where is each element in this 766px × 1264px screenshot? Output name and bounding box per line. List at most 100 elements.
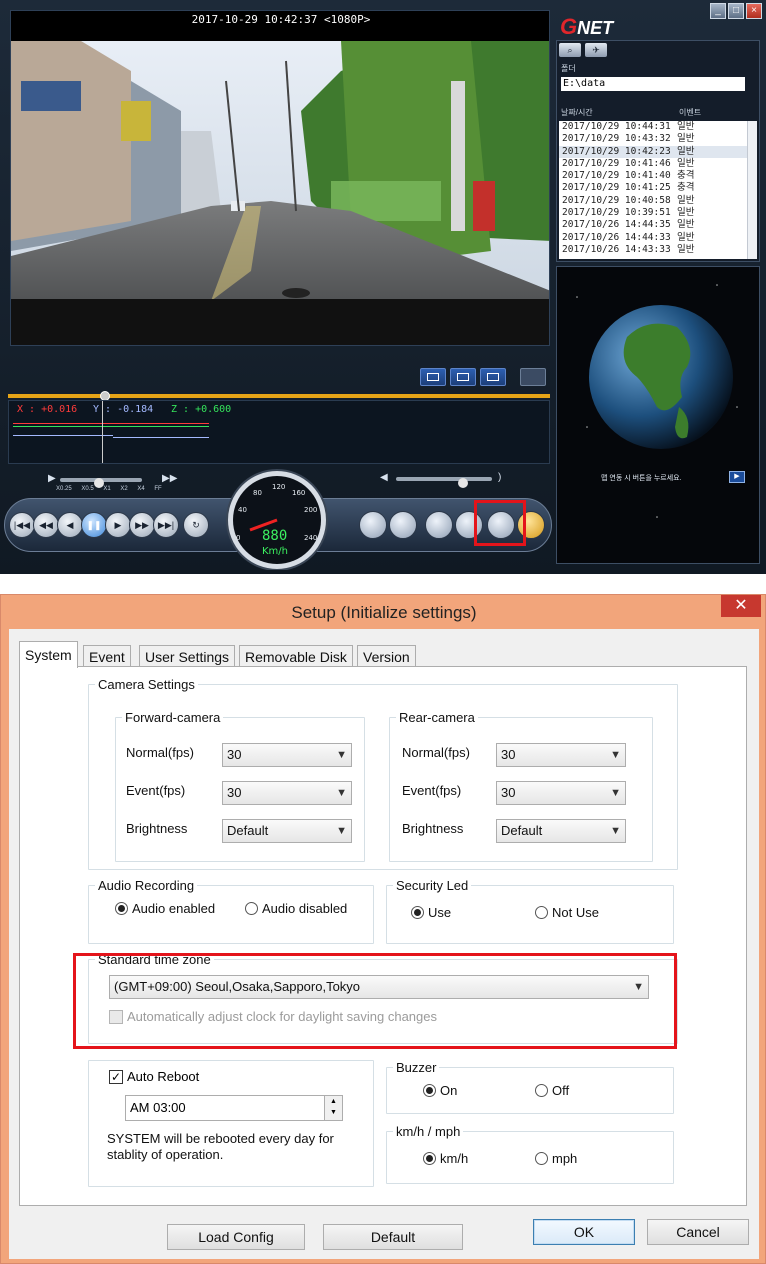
forward-event-label: Event(fps) xyxy=(126,783,186,798)
close-button[interactable]: × xyxy=(746,3,762,19)
forward-normal-value: 30 xyxy=(227,747,242,762)
file-list-row[interactable]: 2017/10/29 10:39:51 일반 xyxy=(559,207,747,219)
led-not-use-label: Not Use xyxy=(552,905,599,920)
datetime-column-header[interactable]: 날짜/시간 xyxy=(561,107,593,118)
tab-event[interactable]: Event xyxy=(83,645,131,667)
map-panel: 맵 연동 시 버튼을 누르세요. ▶ xyxy=(556,266,760,564)
file-list-scrollbar[interactable] xyxy=(747,121,757,259)
file-datetime: 2017/10/29 10:42:23 xyxy=(562,145,671,157)
video-view[interactable]: 2017-10-29 10:42:37 <1080P> xyxy=(10,10,550,346)
timezone-highlight xyxy=(73,953,677,1049)
file-list-row[interactable]: 2017/10/26 14:44:33 일반 xyxy=(559,232,747,244)
logo-net: NET xyxy=(577,18,614,38)
kmh-radio[interactable]: km/h xyxy=(423,1151,468,1166)
zoom-icon[interactable]: ⌕ xyxy=(559,43,581,57)
map-link-button[interactable]: ▶ xyxy=(729,471,745,483)
file-list-row[interactable]: 2017/10/29 10:40:58 일반 xyxy=(559,195,747,207)
file-list-row[interactable]: 2017/10/29 10:42:23 일반 xyxy=(559,145,747,158)
file-list[interactable]: 2017/10/29 10:44:31 일반 2017/10/29 10:43:32… xyxy=(559,121,747,259)
dialog-client: System Event User Settings Removable Dis… xyxy=(9,629,759,1259)
load-config-button[interactable]: Load Config xyxy=(167,1224,305,1250)
tab-version[interactable]: Version xyxy=(357,645,416,667)
mph-radio[interactable]: mph xyxy=(535,1151,577,1166)
forward-brightness-select[interactable]: Default ▼ xyxy=(222,819,352,843)
last-file-icon[interactable]: ▶▶| xyxy=(153,512,179,538)
cancel-button[interactable]: Cancel xyxy=(647,1219,749,1245)
video-timestamp: 2017-10-29 10:42:37 <1080P> xyxy=(11,11,549,41)
led-use-radio[interactable]: Use xyxy=(411,905,451,920)
rewind-icon[interactable]: ◀ xyxy=(57,512,83,538)
first-file-icon[interactable]: |◀◀ xyxy=(9,512,35,538)
reboot-time-value: AM 03:00 xyxy=(130,1100,186,1115)
gps-icon[interactable]: ✈ xyxy=(585,43,607,57)
single-view-button[interactable] xyxy=(420,368,446,386)
forward-normal-fps-select[interactable]: 30 ▼ xyxy=(222,743,352,767)
spinner-arrows[interactable]: ▲ ▼ xyxy=(324,1096,342,1120)
folder-path-input[interactable]: E:\data xyxy=(561,77,745,91)
map-message: 맵 연동 시 버튼을 누르세요. xyxy=(601,475,682,482)
pip-view-button[interactable] xyxy=(480,368,506,386)
maximize-button[interactable]: □ xyxy=(728,3,744,19)
ok-button[interactable]: OK xyxy=(533,1219,635,1245)
logo-g: G xyxy=(560,14,578,39)
dialog-close-button[interactable]: ✕ xyxy=(721,595,761,617)
film-icon[interactable] xyxy=(359,511,387,539)
tab-system[interactable]: System xyxy=(19,641,78,668)
volume-knob[interactable] xyxy=(458,478,468,488)
print-icon[interactable] xyxy=(425,511,453,539)
file-list-row[interactable]: 2017/10/26 14:43:33 일반 xyxy=(559,244,747,256)
forward-event-fps-select[interactable]: 30 ▼ xyxy=(222,781,352,805)
file-datetime: 2017/10/29 10:43:32 xyxy=(562,133,671,145)
volume-track[interactable] xyxy=(396,477,492,488)
auto-reboot-checkbox[interactable]: ✓ Auto Reboot xyxy=(109,1069,199,1084)
chevron-down-icon: ▼ xyxy=(610,787,621,799)
minimize-button[interactable]: _ xyxy=(710,3,726,19)
checkmark-icon: ✓ xyxy=(109,1069,123,1084)
file-list-row[interactable]: 2017/10/29 10:41:46 일반 xyxy=(559,158,747,170)
blackbox-player-window: 2017-10-29 10:42:37 <1080P> X: +0.016 Y… xyxy=(0,0,766,574)
reboot-time-spinner[interactable]: AM 03:00 ▲ ▼ xyxy=(125,1095,343,1121)
chevron-down-icon: ▼ xyxy=(610,749,621,761)
rear-normal-fps-select[interactable]: 30 ▼ xyxy=(496,743,626,767)
prev-file-icon[interactable]: ◀◀ xyxy=(33,512,59,538)
led-not-use-radio[interactable]: Not Use xyxy=(535,905,599,920)
play-icon[interactable]: ▶ xyxy=(105,512,131,538)
audio-disabled-radio[interactable]: Audio disabled xyxy=(245,901,347,916)
tab-user-settings[interactable]: User Settings xyxy=(139,645,236,667)
pause-icon[interactable]: ❚❚ xyxy=(81,512,107,538)
tab-removable-disk[interactable]: Removable Disk xyxy=(239,645,353,667)
file-datetime: 2017/10/29 10:41:40 xyxy=(562,170,671,182)
rear-brightness-select[interactable]: Default ▼ xyxy=(496,819,626,843)
default-button[interactable]: Default xyxy=(323,1224,463,1250)
rear-brightness-label: Brightness xyxy=(402,821,464,836)
file-list-row[interactable]: 2017/10/29 10:43:32 일반 xyxy=(559,133,747,145)
file-datetime: 2017/10/26 14:44:35 xyxy=(562,219,671,231)
rear-event-label: Event(fps) xyxy=(402,783,462,798)
file-event-type: 일반 xyxy=(677,133,695,145)
speed-track[interactable] xyxy=(60,478,142,488)
split-view-button[interactable] xyxy=(450,368,476,386)
next-file-icon[interactable]: ▶▶ xyxy=(129,512,155,538)
playback-timeline[interactable] xyxy=(8,394,550,398)
file-list-row[interactable]: 2017/10/26 14:44:35 일반 xyxy=(559,219,747,231)
buzzer-group: Buzzer On Off xyxy=(386,1060,674,1114)
audio-enabled-radio[interactable]: Audio enabled xyxy=(115,901,215,916)
file-event-type: 일반 xyxy=(677,194,695,206)
file-list-panel: ⌕ ✈ 폴더 E:\data 날짜/시간 이벤트 2017/10/29 10:4… xyxy=(556,40,760,262)
eject-icon[interactable] xyxy=(389,511,417,539)
file-list-row[interactable]: 2017/10/29 10:41:40 충격 xyxy=(559,170,747,182)
radio-dot-on xyxy=(423,1152,436,1165)
playback-speed-slider[interactable]: ▶ ▶▶ X0.25 X0.5 X1 X2 X4 FF xyxy=(44,473,177,494)
repeat-icon[interactable]: ↻ xyxy=(183,512,209,538)
volume-slider[interactable]: ◀ ) xyxy=(380,472,510,488)
buzzer-on-label: On xyxy=(440,1083,458,1098)
file-list-row[interactable]: 2017/10/29 10:44:31 일반 xyxy=(559,121,747,133)
buzzer-off-radio[interactable]: Off xyxy=(535,1083,569,1098)
file-list-row[interactable]: 2017/10/29 10:41:25 충격 xyxy=(559,182,747,194)
g-sensor-graph: X : +0.016 Y : -0.184 Z : +0.600 xyxy=(8,400,550,464)
wide-view-button[interactable] xyxy=(520,368,546,386)
event-column-header[interactable]: 이벤트 xyxy=(679,107,701,118)
rear-event-fps-select[interactable]: 30 ▼ xyxy=(496,781,626,805)
buzzer-on-radio[interactable]: On xyxy=(423,1083,457,1098)
file-event-type: 일반 xyxy=(677,243,695,255)
